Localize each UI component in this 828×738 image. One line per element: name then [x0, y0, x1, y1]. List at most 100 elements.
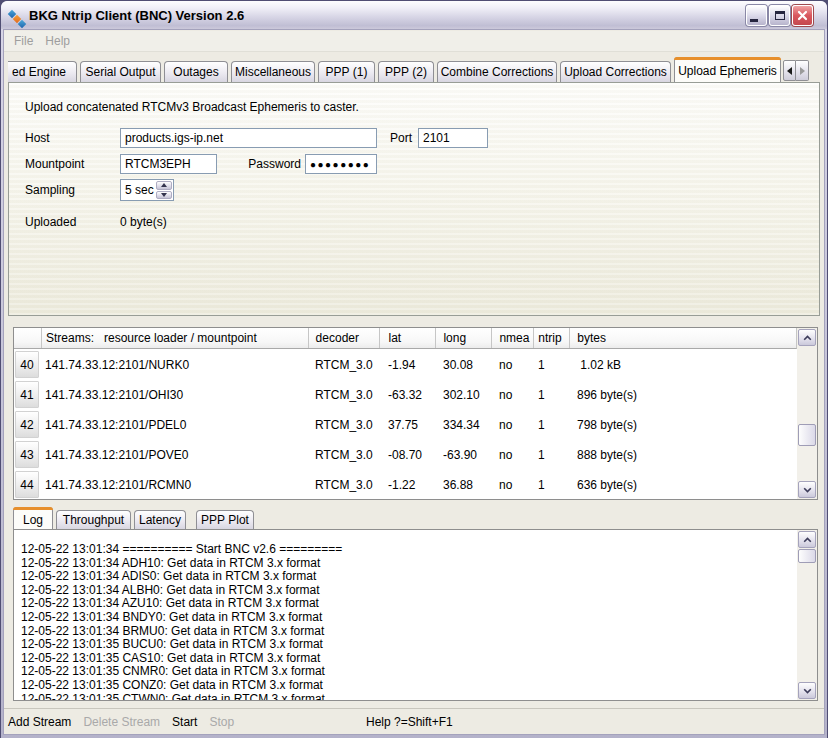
sampling-value: 5 sec: [121, 180, 155, 200]
tab-upload-ephemeris[interactable]: Upload Ephemeris: [674, 57, 781, 82]
tab-ppp-1[interactable]: PPP (1): [318, 61, 375, 82]
upload-ephemeris-panel: Upload concatenated RTCMv3 Broadcast Eph…: [8, 82, 820, 316]
scroll-down-button[interactable]: [798, 682, 816, 699]
cell-lat: -1.94: [379, 350, 436, 380]
scroll-up-button[interactable]: [798, 531, 816, 548]
cell-nmea: no: [492, 380, 534, 410]
column-header-long[interactable]: long: [435, 328, 491, 348]
menu-file[interactable]: File: [8, 34, 39, 48]
streams-table-header: Streams: resource loader / mountpointdec…: [14, 328, 797, 349]
password-value: ●●●●●●●●: [310, 159, 370, 170]
cell-long: 30.08: [436, 350, 492, 380]
cell-stream: 141.74.33.12:2101/PDEL0: [41, 410, 308, 440]
mountpoint-label: Mountpoint: [25, 157, 84, 171]
port-input[interactable]: 2101: [418, 128, 488, 148]
tab-ppp-2[interactable]: PPP (2): [378, 61, 434, 82]
tab-log[interactable]: Log: [13, 507, 53, 529]
toolbar-help: Help ?=Shift+F1: [366, 709, 453, 735]
cell-bytes: 1.02 kB: [570, 350, 797, 380]
scroll-thumb[interactable]: [798, 549, 816, 563]
streams-scrollbar[interactable]: [797, 328, 817, 499]
tab-upload-corrections[interactable]: Upload Corrections: [560, 61, 671, 82]
log-text: 12-05-22 13:01:34 ========== Start BNC v…: [21, 543, 795, 700]
menu-help[interactable]: Help: [39, 34, 76, 48]
table-row[interactable]: 43141.74.33.12:2101/POVE0RTCM_3.0-08.70-…: [14, 440, 797, 470]
cell-long: 36.88: [436, 470, 492, 500]
table-row[interactable]: 41141.74.33.12:2101/OHI30RTCM_3.0-63.323…: [14, 380, 797, 410]
panel-description: Upload concatenated RTCMv3 Broadcast Eph…: [25, 100, 359, 114]
tab-latency[interactable]: Latency: [134, 510, 186, 529]
column-header-streams[interactable]: Streams: resource loader / mountpoint: [41, 328, 308, 348]
cell-ntrip: 1: [534, 350, 570, 380]
cell-bytes: 798 byte(s): [570, 410, 797, 440]
column-header-nmea[interactable]: nmea: [491, 328, 533, 348]
row-number-cell[interactable]: 44: [15, 471, 39, 498]
toolbar-add-stream[interactable]: Add Stream: [8, 715, 71, 729]
tab-miscellaneous[interactable]: Miscellaneous: [231, 61, 315, 82]
toolbar-stop: Stop: [209, 715, 234, 729]
titlebar: BKG Ntrip Client (BNC) Version 2.6: [1, 1, 827, 29]
row-number-cell[interactable]: 43: [15, 441, 39, 468]
app-icon: [8, 10, 26, 28]
arrow-left-icon: [787, 67, 792, 75]
maximize-button[interactable]: [769, 5, 790, 26]
port-label: Port: [390, 131, 412, 145]
table-row[interactable]: 44141.74.33.12:2101/RCMN0RTCM_3.0-1.2236…: [14, 470, 797, 500]
tab-scroll-right-button[interactable]: [796, 60, 809, 81]
column-header-ntrip[interactable]: ntrip: [533, 328, 569, 348]
tab-bar: ed EngineSerial OutputOutagesMiscellaneo…: [8, 57, 783, 82]
minimize-button[interactable]: [746, 5, 767, 26]
row-header-corner: [14, 328, 41, 348]
row-number: 41: [14, 380, 41, 410]
tab-ppp-plot[interactable]: PPP Plot: [196, 510, 254, 529]
port-value: 2101: [423, 131, 450, 145]
log-tab-bar: LogThroughputLatency PPP Plot: [13, 507, 254, 529]
cell-ntrip: 1: [534, 440, 570, 470]
close-icon: [797, 10, 808, 21]
column-header-bytes[interactable]: bytes: [569, 328, 796, 348]
spin-down-icon: [161, 193, 167, 197]
tab-outages[interactable]: Outages: [164, 61, 228, 82]
chevron-down-icon: [803, 688, 812, 694]
scroll-down-button[interactable]: [798, 481, 816, 498]
column-header-decoder[interactable]: decoder: [308, 328, 379, 348]
host-value: products.igs-ip.net: [125, 131, 223, 145]
tab-scroll-left-button[interactable]: [783, 60, 796, 81]
cell-stream: 141.74.33.12:2101/RCMN0: [41, 470, 308, 500]
uploaded-label: Uploaded: [25, 215, 76, 229]
tab-throughput[interactable]: Throughput: [56, 510, 131, 529]
cell-lat: 37.75: [379, 410, 436, 440]
tab-combine-corrections[interactable]: Combine Corrections: [437, 61, 557, 82]
cell-nmea: no: [492, 410, 534, 440]
log-scrollbar[interactable]: [797, 530, 817, 700]
host-input[interactable]: products.igs-ip.net: [120, 128, 377, 148]
uploaded-value: 0 byte(s): [120, 215, 167, 229]
client-area: FileHelp ed EngineSerial OutputOutagesMi…: [4, 30, 824, 734]
sampling-spin-up-button[interactable]: [156, 181, 172, 190]
arrow-right-icon: [800, 67, 805, 75]
sampling-spin-down-button[interactable]: [156, 191, 172, 200]
log-view[interactable]: 12-05-22 13:01:34 ========== Start BNC v…: [13, 529, 818, 701]
table-row[interactable]: 42141.74.33.12:2101/PDEL0RTCM_3.037.7533…: [14, 410, 797, 440]
column-header-lat[interactable]: lat: [379, 328, 436, 348]
row-number-cell[interactable]: 41: [15, 381, 39, 408]
row-number-cell[interactable]: 42: [15, 411, 39, 438]
sampling-spinbox[interactable]: 5 sec: [120, 179, 174, 201]
spin-up-icon: [161, 183, 167, 187]
tab-ed-engine[interactable]: ed Engine: [8, 61, 77, 82]
streams-table: Streams: resource loader / mountpointdec…: [13, 327, 818, 500]
cell-long: -63.90: [436, 440, 492, 470]
password-label: Password: [189, 157, 301, 171]
cell-decoder: RTCM_3.0: [308, 470, 379, 500]
tab-serial-output[interactable]: Serial Output: [80, 61, 161, 82]
cell-stream: 141.74.33.12:2101/NURK0: [41, 350, 308, 380]
toolbar-start[interactable]: Start: [172, 715, 197, 729]
tab-scroll-arrows: [783, 60, 809, 81]
table-row[interactable]: 40141.74.33.12:2101/NURK0RTCM_3.0-1.9430…: [14, 350, 797, 380]
password-input[interactable]: ●●●●●●●●: [305, 154, 377, 174]
close-button[interactable]: [792, 5, 813, 26]
scroll-up-button[interactable]: [798, 329, 816, 346]
row-number-cell[interactable]: 40: [15, 351, 39, 378]
scroll-thumb[interactable]: [798, 424, 816, 446]
row-number: 43: [14, 440, 41, 470]
